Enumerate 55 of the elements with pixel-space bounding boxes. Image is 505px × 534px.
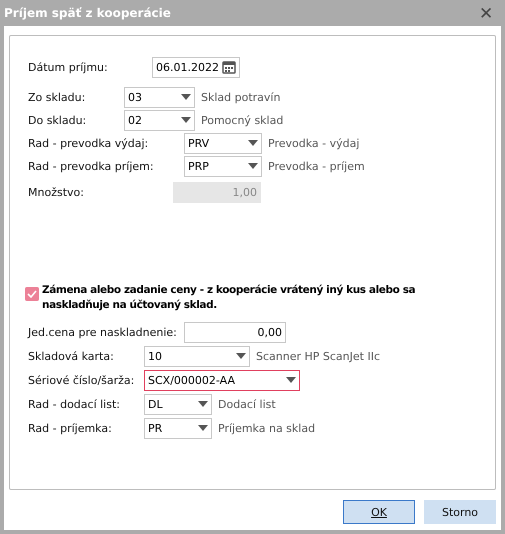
field-label: Do skladu: bbox=[28, 114, 88, 126]
field-description: Prevodka - výdaj bbox=[268, 136, 360, 150]
combo-field[interactable]: PR bbox=[144, 418, 212, 438]
checkmark-icon bbox=[27, 290, 37, 298]
cancel-button[interactable]: Storno bbox=[424, 500, 496, 524]
number-value: 1,00 bbox=[232, 186, 257, 198]
close-button[interactable]: ✕ bbox=[475, 2, 497, 24]
combo-field[interactable]: 03 bbox=[124, 86, 195, 108]
dropdown-caret-icon[interactable] bbox=[286, 377, 296, 383]
calendar-icon[interactable] bbox=[222, 60, 236, 74]
combo-field[interactable]: 02 bbox=[124, 110, 195, 130]
field-label: Rad - prevodka príjem: bbox=[28, 160, 155, 172]
combo-field[interactable]: 10 bbox=[144, 346, 250, 366]
combo-value: SCX/000002-AA bbox=[148, 374, 236, 386]
combo-field[interactable]: DL bbox=[144, 394, 212, 414]
field-label: Dátum príjmu: bbox=[28, 60, 109, 74]
date-value: 06.01.2022 bbox=[156, 60, 220, 74]
combo-value: 03 bbox=[128, 90, 143, 104]
field-description: Sklad potravín bbox=[201, 90, 280, 104]
combo-field[interactable]: SCX/000002-AA bbox=[144, 370, 300, 390]
field-description: Scanner HP ScanJet IIc bbox=[256, 350, 380, 362]
field-label: Jed.cena pre naskladnenie: bbox=[28, 326, 178, 338]
dropdown-caret-icon[interactable] bbox=[181, 94, 191, 100]
field-label: Rad - dodací list: bbox=[28, 398, 121, 410]
combo-value: PRP bbox=[188, 160, 210, 172]
dropdown-caret-icon[interactable] bbox=[236, 353, 246, 359]
dropdown-caret-icon[interactable] bbox=[248, 140, 258, 146]
checkbox[interactable] bbox=[25, 287, 39, 301]
number-field[interactable]: 0,00 bbox=[184, 322, 286, 342]
field-label: Množstvo: bbox=[28, 186, 85, 198]
field-description: Prevodka - príjem bbox=[268, 160, 365, 172]
checkbox-label: Zámena alebo zadanie ceny - z kooperácie vrátený iný kus alebo sa naskladňuje na účtovaný sklad. bbox=[42, 283, 416, 313]
combo-value: PR bbox=[148, 422, 164, 434]
combo-field[interactable]: PRV bbox=[184, 132, 262, 154]
field-label: Zo skladu: bbox=[28, 90, 86, 104]
dropdown-caret-icon[interactable] bbox=[198, 425, 208, 431]
combo-value: 02 bbox=[128, 114, 143, 126]
combo-value: 10 bbox=[148, 350, 163, 362]
ok-button[interactable]: OK bbox=[343, 500, 415, 524]
field-description: Príjemka na sklad bbox=[218, 422, 316, 434]
dropdown-caret-icon[interactable] bbox=[248, 163, 258, 169]
dropdown-caret-icon[interactable] bbox=[198, 401, 208, 407]
field-label: Sériové číslo/šarža: bbox=[28, 374, 136, 386]
field-description: Pomocný sklad bbox=[201, 114, 284, 126]
field-label: Skladová karta: bbox=[28, 350, 115, 362]
combo-value: DL bbox=[148, 398, 164, 410]
number-value: 0,00 bbox=[256, 326, 282, 338]
field-label: Rad - prevodka výdaj: bbox=[28, 136, 150, 150]
window-title: Príjem späť z kooperácie bbox=[4, 6, 171, 20]
dropdown-caret-icon[interactable] bbox=[181, 117, 191, 123]
combo-field[interactable]: PRP bbox=[184, 156, 262, 176]
field-description: Dodací list bbox=[218, 398, 276, 410]
field-label: Rad - príjemka: bbox=[28, 422, 113, 434]
date-field[interactable]: 06.01.2022 bbox=[152, 56, 240, 78]
combo-value: PRV bbox=[188, 136, 210, 150]
